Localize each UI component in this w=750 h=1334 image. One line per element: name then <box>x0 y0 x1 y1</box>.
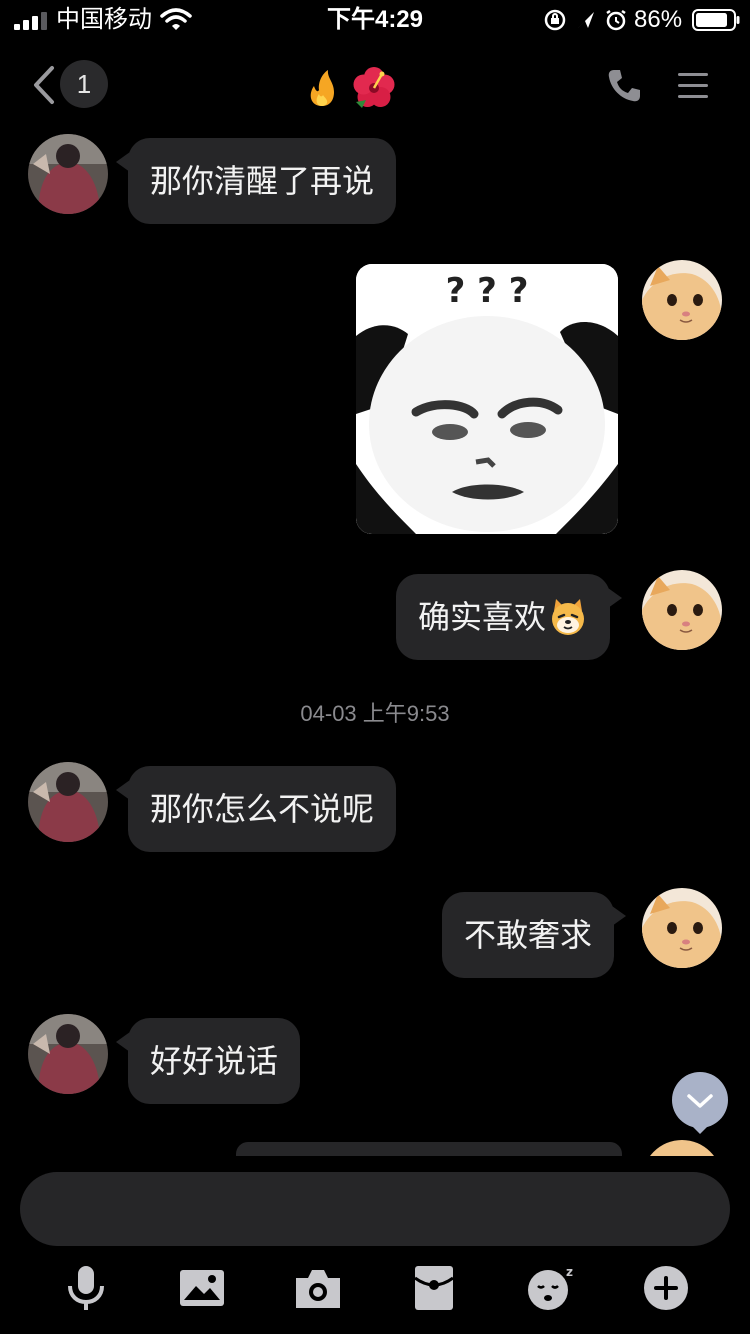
contact-avatar[interactable] <box>28 762 108 842</box>
message-bubble[interactable]: 确实喜欢 <box>396 574 623 660</box>
user-avatar[interactable] <box>642 888 722 968</box>
status-icons <box>544 9 626 31</box>
phone-icon[interactable] <box>604 66 644 106</box>
sticker-caption: ? ? ? <box>446 271 529 311</box>
sticker-icon[interactable]: z <box>526 1264 574 1312</box>
user-avatar[interactable] <box>642 570 722 650</box>
message-bubble[interactable]: 那你清醒了再说 <box>115 138 397 224</box>
panda-face-image: ? ? ? <box>356 264 618 534</box>
chat-header: 1 <box>0 42 750 132</box>
menu-icon[interactable] <box>676 70 710 102</box>
hibiscus-icon <box>353 67 395 108</box>
status-bar: 中国移动 下午4:29 86% <box>0 0 750 40</box>
camera-icon[interactable] <box>294 1264 342 1312</box>
microphone-icon[interactable] <box>62 1264 110 1312</box>
fire-icon <box>310 70 334 106</box>
message-timestamp: 04-03 上午9:53 <box>300 701 450 726</box>
partial-message-bubble <box>236 1142 622 1156</box>
contact-avatar[interactable] <box>28 134 108 214</box>
chat-title-emojis <box>310 67 395 108</box>
message-text: 确实喜欢 <box>418 599 547 635</box>
message-bubble[interactable]: 好好说话 <box>115 1018 301 1104</box>
back-chevron-icon[interactable] <box>30 64 60 106</box>
red-packet-icon[interactable] <box>410 1264 458 1312</box>
plus-icon[interactable] <box>642 1264 690 1312</box>
scroll-to-bottom-button[interactable] <box>672 1072 728 1128</box>
battery-percent: 86% <box>634 6 683 33</box>
scroll-button-pointer <box>690 1124 710 1134</box>
dog-face-icon <box>552 598 585 635</box>
image-icon[interactable] <box>178 1264 226 1312</box>
svg-text:z: z <box>566 1265 573 1279</box>
panda-sticker[interactable]: ? ? ? <box>356 264 618 534</box>
unread-badge[interactable]: 1 <box>60 60 108 108</box>
message-input[interactable] <box>20 1172 730 1246</box>
user-avatar[interactable] <box>642 260 722 340</box>
contact-avatar[interactable] <box>28 1014 108 1094</box>
battery-icon <box>692 9 740 31</box>
partial-user-avatar <box>642 1140 722 1156</box>
message-bubble[interactable]: 那你怎么不说呢 <box>115 766 397 852</box>
message-bubble[interactable]: 不敢奢求 <box>442 892 627 978</box>
chevron-down-icon <box>687 1094 713 1108</box>
